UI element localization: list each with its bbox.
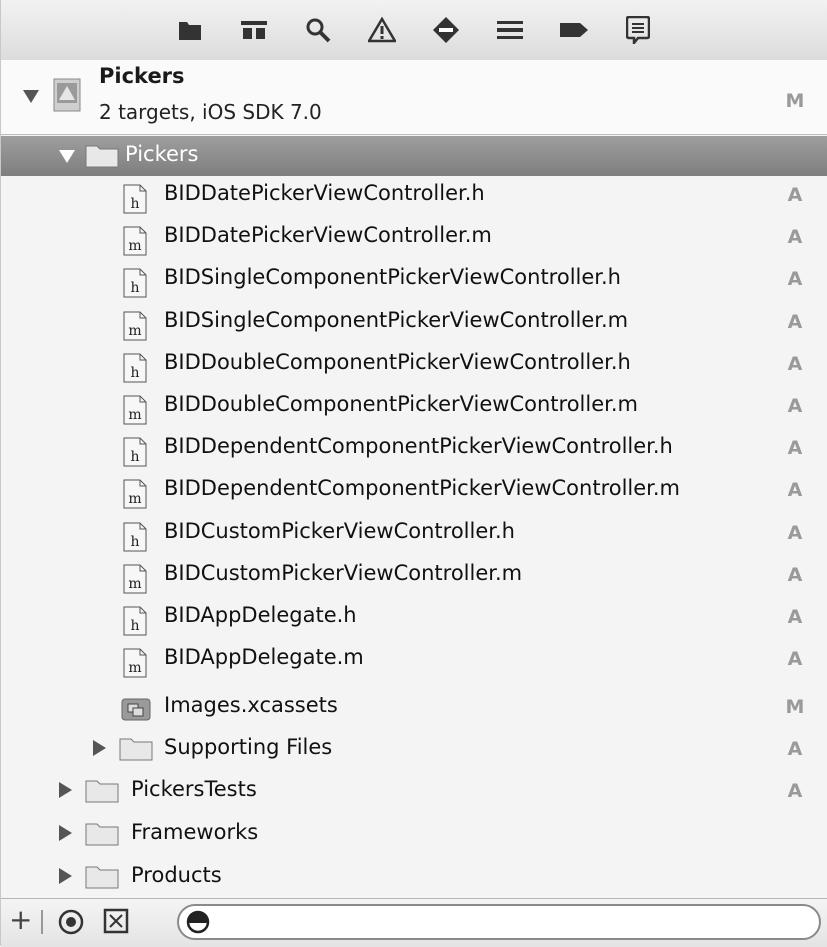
group-name: Pickers [125, 142, 199, 166]
disclosure-open-icon[interactable] [23, 90, 39, 103]
status-badge: A [787, 564, 803, 586]
status-badge: A [787, 395, 803, 417]
group-name[interactable]: Frameworks [131, 820, 258, 844]
debug-list-icon[interactable] [478, 10, 542, 50]
header-file-icon: h [123, 522, 147, 552]
file-name[interactable]: BIDDatePickerViewController.m [164, 223, 492, 247]
implementation-file-icon: m [123, 311, 147, 341]
svg-text:h: h [130, 618, 139, 634]
footer-divider [41, 910, 43, 934]
status-badge: A [787, 479, 803, 501]
status-badge: A [787, 353, 803, 375]
file-name[interactable]: BIDDependentComponentPickerViewControlle… [164, 476, 680, 500]
add-button[interactable]: + [9, 903, 32, 936]
status-badge: A [787, 268, 803, 290]
header-file-icon: h [123, 606, 147, 636]
svg-text:h: h [130, 196, 139, 212]
svg-text:m: m [128, 491, 141, 507]
status-badge: A [787, 522, 803, 544]
folder-icon [119, 737, 153, 761]
project-icon [53, 78, 81, 112]
svg-text:m: m [128, 407, 141, 423]
header-file-icon: h [123, 184, 147, 214]
disclosure-open-icon[interactable] [59, 150, 75, 163]
svg-text:h: h [130, 449, 139, 465]
status-badge: M [785, 696, 805, 718]
file-name[interactable]: BIDDoubleComponentPickerViewController.m [164, 392, 638, 416]
folder-icon [85, 822, 119, 846]
source-control-filter-icon[interactable] [103, 908, 129, 938]
project-name: Pickers [99, 64, 185, 88]
file-name[interactable]: BIDDependentComponentPickerViewControlle… [164, 434, 673, 458]
implementation-file-icon: m [123, 648, 147, 678]
status-badge: A [787, 738, 803, 760]
svg-text:m: m [128, 576, 141, 592]
status-badge: A [787, 184, 803, 206]
filter-icon [185, 909, 211, 939]
header-file-icon: h [123, 437, 147, 467]
hierarchy-icon[interactable] [222, 10, 286, 50]
svg-text:m: m [128, 660, 141, 676]
search-icon[interactable] [286, 10, 350, 50]
file-name[interactable]: BIDSingleComponentPickerViewController.h [164, 265, 621, 289]
implementation-file-icon: m [123, 564, 147, 594]
file-name[interactable]: BIDCustomPickerViewController.h [164, 519, 515, 543]
asset-catalog-icon [121, 696, 151, 722]
folder-icon[interactable] [158, 10, 222, 50]
log-bubble-icon[interactable] [606, 10, 670, 50]
file-name[interactable]: BIDDoubleComponentPickerViewController.h [164, 350, 631, 374]
file-name[interactable]: BIDAppDelegate.m [164, 645, 364, 669]
recent-files-icon[interactable] [57, 908, 85, 940]
file-name[interactable]: BIDSingleComponentPickerViewController.m [164, 308, 628, 332]
svg-text:m: m [128, 323, 141, 339]
file-name[interactable]: Images.xcassets [164, 693, 338, 717]
svg-text:h: h [130, 534, 139, 550]
disclosure-closed-icon[interactable] [59, 868, 72, 884]
file-name[interactable]: BIDDatePickerViewController.h [164, 181, 485, 205]
status-badge: A [787, 226, 803, 248]
svg-text:m: m [128, 238, 141, 254]
header-file-icon: h [123, 353, 147, 383]
test-diamond-icon[interactable] [414, 10, 478, 50]
folder-icon [85, 779, 119, 803]
navigator-toolbar [1, 0, 827, 61]
breakpoint-icon[interactable] [542, 10, 606, 50]
status-badge: A [787, 606, 803, 628]
status-badge: A [787, 780, 803, 802]
filter-search-field[interactable] [177, 904, 821, 940]
group-name[interactable]: Products [131, 863, 222, 887]
file-name[interactable]: BIDAppDelegate.h [164, 603, 357, 627]
disclosure-closed-icon[interactable] [59, 782, 72, 798]
implementation-file-icon: m [123, 226, 147, 256]
svg-text:h: h [130, 280, 139, 296]
status-badge: A [787, 311, 803, 333]
file-name[interactable]: BIDCustomPickerViewController.m [164, 561, 522, 585]
disclosure-closed-icon[interactable] [59, 825, 72, 841]
header-file-icon: h [123, 268, 147, 298]
project-subtitle: 2 targets, iOS SDK 7.0 [99, 100, 322, 124]
folder-icon [85, 865, 119, 889]
folder-icon [85, 144, 119, 168]
implementation-file-icon: m [123, 395, 147, 425]
implementation-file-icon: m [123, 479, 147, 509]
warning-icon[interactable] [350, 10, 414, 50]
group-name[interactable]: Supporting Files [164, 735, 332, 759]
svg-text:h: h [130, 365, 139, 381]
status-badge: M [785, 90, 805, 112]
project-navigator: Pickers 2 targets, iOS SDK 7.0 M Pickers… [0, 0, 827, 947]
status-badge: A [787, 437, 803, 459]
status-badge: A [787, 648, 803, 670]
group-name[interactable]: PickersTests [131, 777, 257, 801]
disclosure-closed-icon[interactable] [93, 740, 106, 756]
